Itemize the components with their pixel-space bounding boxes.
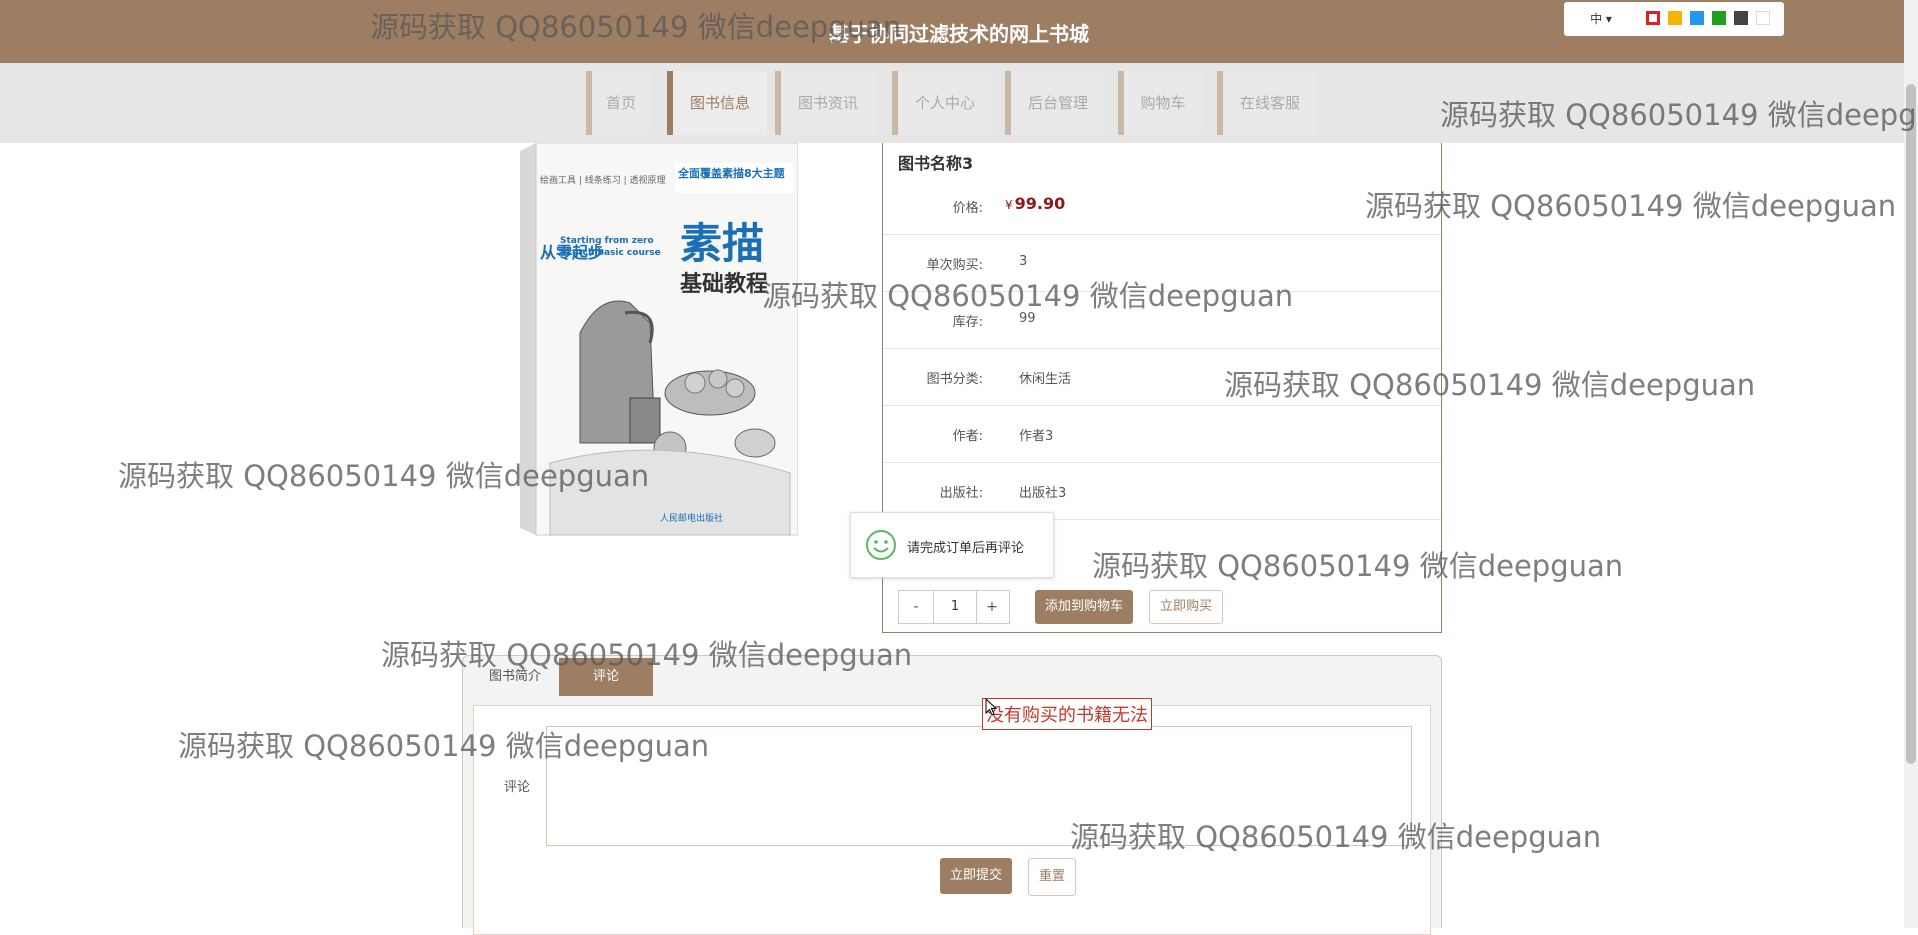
theme-swatch-red[interactable] [1646,11,1660,25]
mouse-cursor-icon [985,698,997,716]
cover-en-line1: Starting from zero [560,236,654,246]
language-value: 中 [1590,12,1603,26]
category-value: 休闲生活 [1019,372,1072,387]
theme-swatch-green[interactable] [1712,11,1726,25]
currency-symbol: ¥ [1005,198,1013,212]
toast-message: 请完成订单后再评论 [850,512,1054,578]
qty-plus-button[interactable]: + [975,591,1009,623]
cover-publisher: 人民邮电出版社 [660,512,723,524]
price-value: ¥99.90 [1005,194,1065,213]
cover-badge: 全面覆盖素描8大主题 [677,166,786,180]
tab-intro[interactable]: 图书简介 [475,658,555,696]
category-label: 图书分类: [926,372,983,387]
book-cover-art: 绘画工具 | 线条练习 | 透视原理 全面覆盖素描8大主题 从零起步 素描 St… [520,142,799,536]
nav-item-service[interactable]: 在线客服 [1217,71,1317,135]
top-header: 基于协同过滤技术的网上书城 中 ▾ [0,0,1918,63]
tab-comment[interactable]: 评论 [559,658,653,696]
detail-row-per-purchase: 单次购买: 3 [883,234,1441,292]
book-name: 图书名称3 [898,154,974,173]
nav-item-cart[interactable]: 购物车 [1118,71,1202,135]
smile-icon [866,530,896,560]
main-nav: 首页 图书信息 图书资讯 个人中心 后台管理 购物车 在线客服 [0,63,1918,143]
page-scrollbar[interactable] [1906,84,1916,764]
nav-item-profile[interactable]: 个人中心 [892,71,992,135]
stock-label: 库存: [952,315,983,330]
nav-label: 首页 [605,94,636,112]
detail-row-price: 价格: ¥99.90 [883,177,1441,235]
author-value: 作者3 [1019,429,1054,444]
watermark: 源码获取 QQ86050149 微信deepguan [1365,189,1897,223]
theme-toolbox: 中 ▾ [1564,2,1784,36]
price-amount: 99.90 [1014,194,1066,213]
theme-swatch-yellow[interactable] [1668,11,1682,25]
submit-comment-button[interactable]: 立即提交 [940,858,1013,894]
nav-label: 购物车 [1140,94,1186,112]
quantity-stepper: - 1 + [898,590,1010,624]
nav-label: 在线客服 [1239,94,1300,112]
price-label: 价格: [952,201,983,216]
theme-swatch-dark[interactable] [1734,11,1748,25]
chevron-down-icon: ▾ [1605,12,1612,26]
stock-value: 99 [1019,311,1036,326]
cover-title-big: 素描 [680,219,764,268]
nav-label: 图书资讯 [797,94,858,112]
detail-row-author: 作者: 作者3 [883,405,1441,463]
theme-swatch-white[interactable] [1756,11,1770,25]
author-label: 作者: [952,429,983,444]
nav-label: 个人中心 [914,94,975,112]
reset-button[interactable]: 重置 [1028,858,1077,896]
qty-input[interactable]: 1 [933,591,977,623]
add-to-cart-button[interactable]: 添加到购物车 [1035,590,1134,624]
nav-item-admin[interactable]: 后台管理 [1005,71,1105,135]
per-purchase-value: 3 [1019,254,1028,269]
detail-row-stock: 库存: 99 [883,291,1441,349]
cover-en-line2: Sketch basic course [560,248,661,258]
nav-label: 图书信息 [689,94,750,112]
theme-swatch-blue[interactable] [1690,11,1704,25]
language-select[interactable]: 中 ▾ [1578,10,1624,28]
comment-form: 评论 立即提交 重置 [473,705,1431,935]
info-tabs: 图书简介 评论 评论 立即提交 重置 [462,655,1442,935]
comment-textarea[interactable] [546,726,1412,846]
detail-row-category: 图书分类: 休闲生活 [883,348,1441,406]
qty-minus-button[interactable]: - [899,591,933,623]
publisher-value: 出版社3 [1019,486,1067,501]
svg-text:绘画工具 | 线条练习 | 透视原理: 绘画工具 | 线条练习 | 透视原理 [540,174,666,186]
cover-title-sub: 基础教程 [680,271,768,297]
nav-item-books[interactable]: 图书信息 [667,71,767,135]
nav-item-news[interactable]: 图书资讯 [775,71,875,135]
nav-label: 后台管理 [1027,94,1088,112]
comment-label: 评论 [504,780,531,795]
publisher-label: 出版社: [939,486,983,501]
toast-text: 请完成订单后再评论 [907,541,1025,556]
buy-now-button[interactable]: 立即购买 [1149,590,1224,624]
book-cover-image: 绘画工具 | 线条练习 | 透视原理 全面覆盖素描8大主题 从零起步 素描 St… [520,142,799,538]
nav-item-home[interactable]: 首页 [586,71,650,135]
per-purchase-label: 单次购买: [926,258,983,273]
validation-warning: 没有购买的书籍无法 [982,698,1152,730]
